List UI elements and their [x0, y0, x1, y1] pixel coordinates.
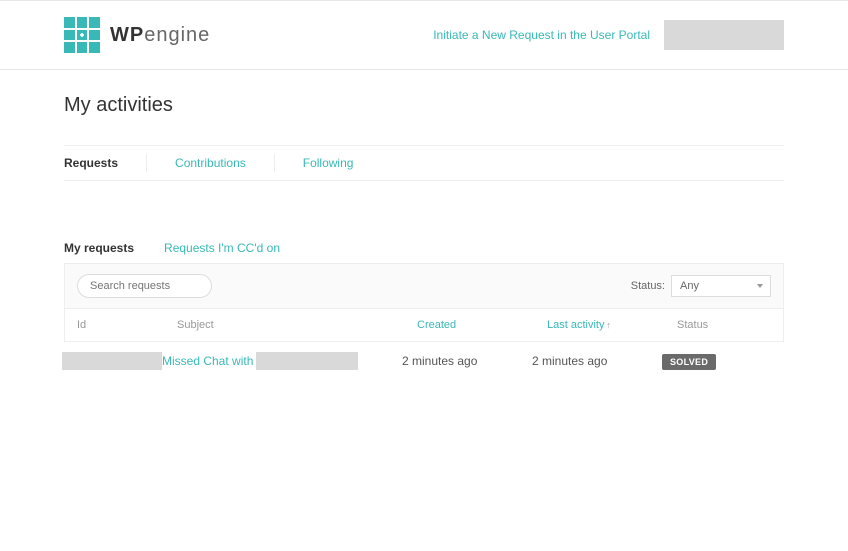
- logo-engine: engine: [144, 24, 210, 46]
- status-select[interactable]: Any: [671, 275, 771, 297]
- tab-contributions[interactable]: Contributions: [175, 146, 246, 180]
- status-badge: SOLVED: [662, 354, 716, 370]
- search-input[interactable]: [77, 274, 212, 298]
- th-created[interactable]: Created: [417, 319, 547, 331]
- row-created: 2 minutes ago: [402, 354, 532, 368]
- subtabs: My requests Requests I'm CC'd on: [64, 241, 784, 263]
- tab-requests[interactable]: Requests: [64, 146, 118, 180]
- tabs: Requests Contributions Following: [64, 145, 784, 181]
- table-row: Missed Chat with 2 minutes ago 2 minutes…: [64, 342, 784, 380]
- sort-up-icon: ↑: [606, 320, 611, 330]
- table-header: Id Subject Created Last activity↑ Status: [64, 309, 784, 342]
- header: WPengine Initiate a New Request in the U…: [64, 1, 784, 69]
- th-id[interactable]: Id: [77, 319, 177, 331]
- th-subject[interactable]: Subject: [177, 319, 417, 331]
- logo-icon: [64, 17, 100, 53]
- row-id-placeholder: [62, 352, 162, 370]
- row-subject-link[interactable]: Missed Chat with: [162, 354, 253, 368]
- header-placeholder-box: [664, 20, 784, 50]
- subtab-my-requests[interactable]: My requests: [64, 241, 134, 255]
- row-subject-placeholder: [256, 352, 358, 370]
- logo[interactable]: WPengine: [64, 17, 210, 53]
- tab-following[interactable]: Following: [303, 146, 354, 180]
- status-label: Status:: [631, 280, 665, 292]
- th-status[interactable]: Status: [677, 319, 757, 331]
- page-title: My activities: [64, 70, 784, 145]
- logo-wp: WP: [110, 24, 144, 46]
- th-last-activity-label: Last activity: [547, 319, 604, 331]
- row-last-activity: 2 minutes ago: [532, 354, 662, 368]
- th-last-activity[interactable]: Last activity↑: [547, 319, 677, 331]
- filter-panel: Status: Any: [64, 263, 784, 309]
- subtab-ccd[interactable]: Requests I'm CC'd on: [164, 241, 280, 255]
- logo-text: WPengine: [110, 24, 210, 47]
- new-request-link[interactable]: Initiate a New Request in the User Porta…: [433, 28, 650, 42]
